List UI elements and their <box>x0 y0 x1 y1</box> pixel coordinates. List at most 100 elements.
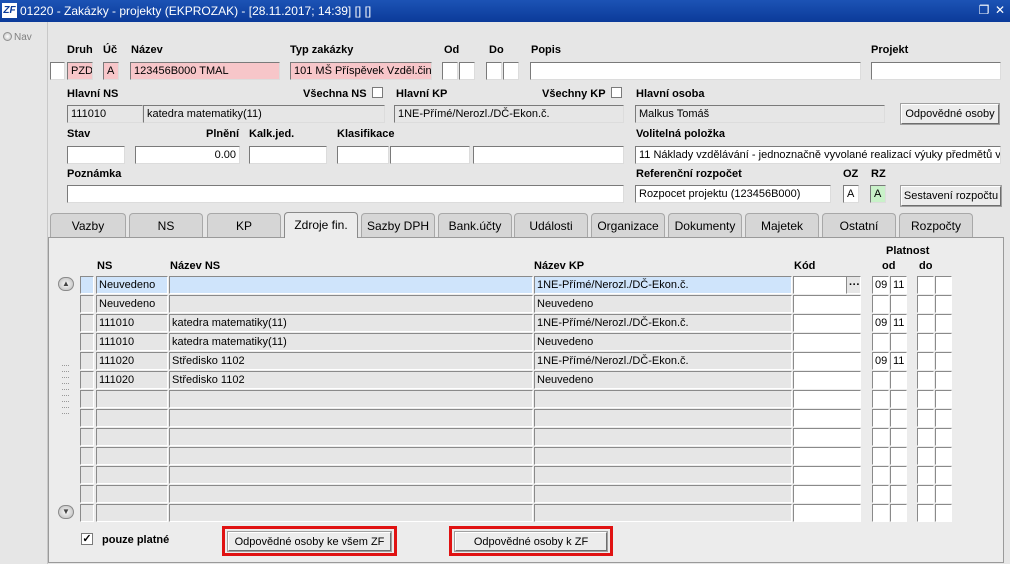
do-field-1[interactable] <box>486 62 502 80</box>
rz-field[interactable]: A <box>870 185 886 203</box>
cell-do-month[interactable] <box>917 352 934 370</box>
cell-do-month[interactable] <box>917 447 934 465</box>
cell-ns[interactable] <box>96 390 168 408</box>
cell-do-month[interactable] <box>917 485 934 503</box>
cell-nazev-ns[interactable] <box>169 447 533 465</box>
typ-zakazky-field[interactable]: 101 MŠ Příspěvek Vzděl.činn <box>290 62 432 80</box>
cell-do-month[interactable] <box>917 466 934 484</box>
cell-od-year[interactable]: 11 <box>890 276 907 294</box>
tab-vazby[interactable]: Vazby <box>50 213 126 237</box>
cell-do-month[interactable] <box>917 504 934 522</box>
cell-do-year[interactable] <box>935 466 952 484</box>
odpovedne-osoby-button[interactable]: Odpovědné osoby <box>901 104 999 124</box>
cell-kod[interactable] <box>793 333 861 351</box>
tab-ostatni[interactable]: Ostatní <box>822 213 896 237</box>
nav-button[interactable]: Nav <box>3 32 32 43</box>
cell-nazev-ns[interactable] <box>169 428 533 446</box>
restore-icon[interactable]: ❐ <box>978 3 990 17</box>
cell-ns[interactable]: Neuvedeno <box>96 295 168 313</box>
lov-button[interactable]: ··· <box>846 276 861 294</box>
cell-nazev-kp[interactable] <box>534 390 792 408</box>
cell-od-month[interactable] <box>872 428 889 446</box>
cell-ns[interactable]: 111010 <box>96 314 168 332</box>
uc-field[interactable]: A <box>103 62 119 80</box>
cell-do-year[interactable] <box>935 276 952 294</box>
row-marker[interactable] <box>80 333 94 351</box>
row-marker[interactable] <box>80 314 94 332</box>
klasifikace-field-3[interactable] <box>473 146 624 164</box>
cell-do-year[interactable] <box>935 333 952 351</box>
cell-kod[interactable] <box>793 371 861 389</box>
cell-od-year[interactable] <box>890 466 907 484</box>
cell-od-year[interactable] <box>890 485 907 503</box>
od-field-1[interactable] <box>442 62 458 80</box>
tab-udalosti[interactable]: Události <box>514 213 588 237</box>
cell-nazev-kp[interactable]: Neuvedeno <box>534 333 792 351</box>
cell-od-year[interactable] <box>890 371 907 389</box>
cell-nazev-kp[interactable] <box>534 447 792 465</box>
cell-nazev-kp[interactable]: Neuvedeno <box>534 371 792 389</box>
row-marker[interactable] <box>80 447 94 465</box>
scroll-up-icon[interactable]: ▲ <box>58 277 74 291</box>
cell-nazev-ns[interactable]: Středisko 1102 <box>169 371 533 389</box>
cell-kod[interactable] <box>793 447 861 465</box>
cell-nazev-ns[interactable] <box>169 295 533 313</box>
cell-nazev-ns[interactable]: katedra matematiky(11) <box>169 314 533 332</box>
referencni-rozpocet-field[interactable]: Rozpocet projektu (123456B000) <box>635 185 831 203</box>
cell-do-month[interactable] <box>917 409 934 427</box>
cell-ns[interactable] <box>96 504 168 522</box>
hlavni-osoba-field[interactable]: Malkus Tomáš <box>635 105 885 123</box>
cell-kod[interactable] <box>793 390 861 408</box>
tab-bank-ucty[interactable]: Bank.účty <box>438 213 512 237</box>
cell-nazev-kp[interactable]: Neuvedeno <box>534 295 792 313</box>
kalk-jed-field[interactable] <box>249 146 327 164</box>
cell-ns[interactable] <box>96 466 168 484</box>
cell-ns[interactable] <box>96 447 168 465</box>
cell-kod[interactable] <box>793 428 861 446</box>
hlavni-kp-field[interactable]: 1NE-Přímé/Nerozl./DČ-Ekon.č. <box>394 105 624 123</box>
tab-ns[interactable]: NS <box>129 213 203 237</box>
cell-od-year[interactable] <box>890 447 907 465</box>
hlavni-ns-code-field[interactable]: 111010 <box>67 105 143 123</box>
vsechna-ns-checkbox[interactable] <box>372 87 383 98</box>
cell-do-month[interactable] <box>917 295 934 313</box>
tab-sazby-dph[interactable]: Sazby DPH <box>361 213 435 237</box>
cell-od-month[interactable] <box>872 409 889 427</box>
row-marker[interactable] <box>50 62 65 80</box>
cell-od-month[interactable] <box>872 504 889 522</box>
pouze-platne-checkbox[interactable]: ✓ <box>81 533 93 545</box>
row-marker[interactable] <box>80 428 94 446</box>
row-marker[interactable] <box>80 390 94 408</box>
cell-do-year[interactable] <box>935 428 952 446</box>
cell-nazev-kp[interactable]: 1NE-Přímé/Nerozl./DČ-Ekon.č. <box>534 352 792 370</box>
tab-rozpocty[interactable]: Rozpočty <box>899 213 973 237</box>
cell-kod[interactable] <box>793 409 861 427</box>
cell-ns[interactable] <box>96 428 168 446</box>
cell-od-year[interactable]: 11 <box>890 314 907 332</box>
cell-do-month[interactable] <box>917 371 934 389</box>
do-field-2[interactable] <box>503 62 519 80</box>
vsechny-kp-checkbox[interactable] <box>611 87 622 98</box>
cell-nazev-ns[interactable] <box>169 504 533 522</box>
tab-zdroje-fin[interactable]: Zdroje fin. <box>284 212 358 238</box>
cell-od-month[interactable] <box>872 371 889 389</box>
cell-nazev-kp[interactable] <box>534 466 792 484</box>
cell-ns[interactable]: 111020 <box>96 371 168 389</box>
cell-kod[interactable] <box>793 504 861 522</box>
cell-nazev-ns[interactable] <box>169 276 533 294</box>
cell-od-month[interactable]: 09 <box>872 276 889 294</box>
grid-scrollbar[interactable]: ▲ ▼ <box>58 277 74 522</box>
tab-majetek[interactable]: Majetek <box>745 213 819 237</box>
tab-organizace[interactable]: Organizace <box>591 213 665 237</box>
cell-ns[interactable] <box>96 485 168 503</box>
cell-nazev-ns[interactable]: Středisko 1102 <box>169 352 533 370</box>
cell-do-month[interactable] <box>917 276 934 294</box>
cell-od-month[interactable] <box>872 447 889 465</box>
projekt-field[interactable] <box>871 62 1001 80</box>
cell-ns[interactable]: 111020 <box>96 352 168 370</box>
volitelna-polozka-field[interactable]: 11 Náklady vzdělávání - jednoznačně vyvo… <box>635 146 1001 164</box>
cell-nazev-kp[interactable] <box>534 504 792 522</box>
cell-do-year[interactable] <box>935 295 952 313</box>
cell-od-year[interactable] <box>890 428 907 446</box>
cell-do-year[interactable] <box>935 447 952 465</box>
